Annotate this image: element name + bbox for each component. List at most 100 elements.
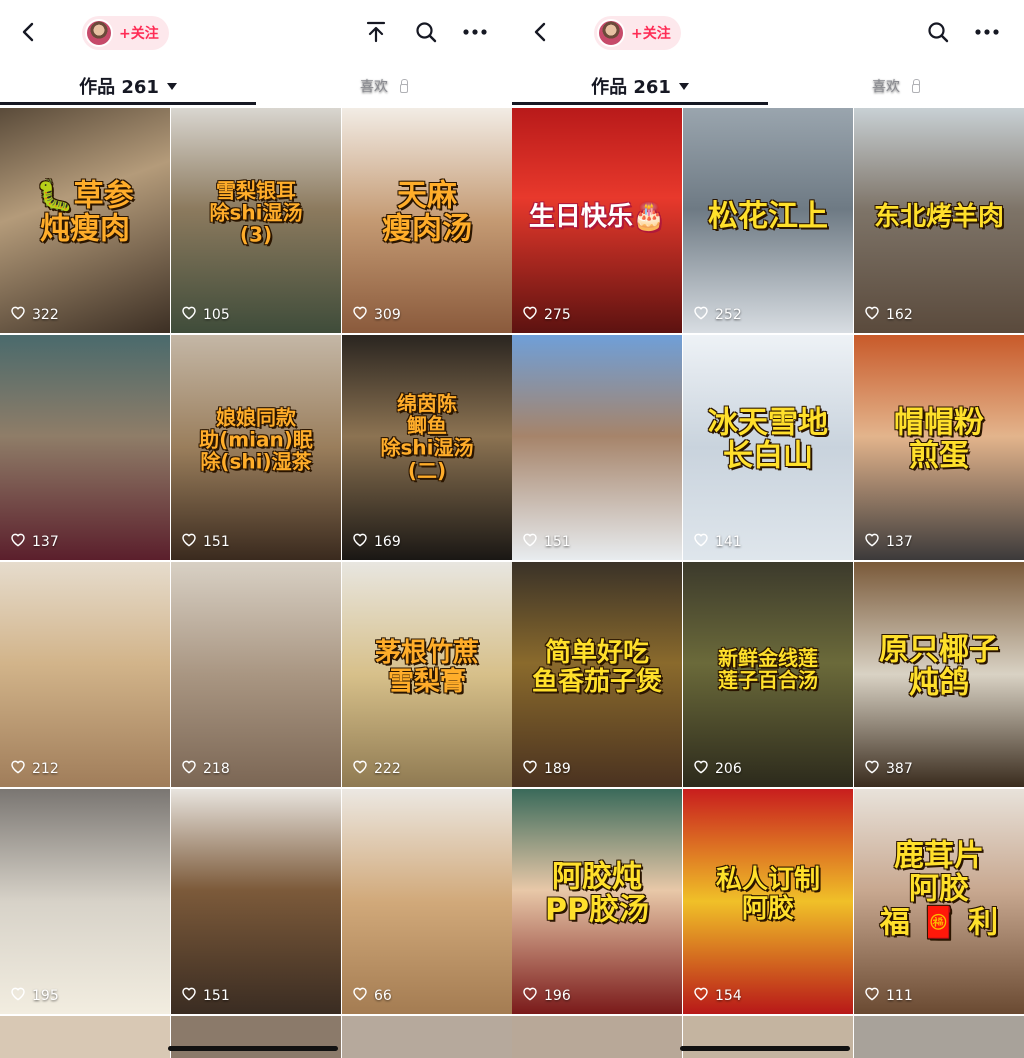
home-indicator bbox=[680, 1046, 850, 1051]
video-thumbnail[interactable]: 原只椰子 炖鸽 387 bbox=[854, 562, 1024, 787]
like-count: 151 bbox=[181, 532, 230, 552]
tab-likes[interactable]: 喜欢 bbox=[256, 66, 512, 106]
like-count-value: 151 bbox=[544, 534, 571, 550]
lock-icon bbox=[912, 78, 920, 93]
video-caption: 新鲜金线莲 莲子百合汤 bbox=[717, 645, 818, 693]
like-count-value: 151 bbox=[203, 534, 230, 550]
video-thumbnail[interactable] bbox=[342, 1016, 512, 1058]
video-thumbnail[interactable] bbox=[854, 1016, 1024, 1058]
back-icon[interactable] bbox=[10, 14, 46, 50]
like-count: 189 bbox=[522, 759, 571, 779]
video-thumbnail[interactable]: 阿胶炖 PP胶汤 196 bbox=[512, 789, 682, 1014]
video-thumbnail[interactable]: 私人订制 阿胶 154 bbox=[683, 789, 853, 1014]
like-count: 66 bbox=[352, 986, 392, 1006]
video-thumbnail[interactable]: 茅根竹蔗 雪梨膏 222 bbox=[342, 562, 512, 787]
video-caption: 雪梨银耳 除shi湿汤 (3) bbox=[209, 177, 303, 247]
caret-down-icon bbox=[678, 82, 689, 90]
video-caption: 阿胶炖 PP胶汤 bbox=[544, 858, 649, 928]
like-count: 111 bbox=[864, 986, 913, 1006]
video-thumbnail[interactable]: 137 bbox=[0, 335, 170, 560]
video-thumbnail[interactable]: 雪梨银耳 除shi湿汤 (3) 105 bbox=[171, 108, 341, 333]
like-count-value: 141 bbox=[715, 534, 742, 550]
search-icon[interactable] bbox=[408, 14, 444, 50]
video-caption: 娘娘同款 助(mian)眠 除(shi)湿茶 bbox=[199, 404, 314, 474]
video-caption: 简单好吃 鱼香茄子煲 bbox=[531, 637, 662, 697]
tab-works[interactable]: 作品 261 bbox=[512, 66, 768, 106]
video-thumbnail[interactable]: 生日快乐🎂 275 bbox=[512, 108, 682, 333]
tab-likes-label: 喜欢 bbox=[360, 79, 388, 95]
video-grid: 生日快乐🎂 275 松花江上 252 东北烤羊肉 162 151 冰天雪地 长白山 141 帽帽粉… bbox=[512, 108, 1024, 1014]
like-count-value: 169 bbox=[374, 534, 401, 550]
more-options-icon[interactable] bbox=[969, 14, 1005, 50]
heart-icon bbox=[864, 305, 880, 325]
heart-icon bbox=[864, 532, 880, 552]
like-count: 212 bbox=[10, 759, 59, 779]
like-count: 218 bbox=[181, 759, 230, 779]
follow-pill[interactable]: +关注 bbox=[82, 16, 169, 50]
lock-icon bbox=[400, 78, 408, 93]
video-thumbnail[interactable]: 鹿茸片 阿胶 福 🧧 利 111 bbox=[854, 789, 1024, 1014]
video-thumbnail[interactable]: 东北烤羊肉 162 bbox=[854, 108, 1024, 333]
follow-button[interactable]: +关注 bbox=[119, 23, 159, 43]
tab-works[interactable]: 作品 261 bbox=[0, 66, 256, 106]
video-thumbnail[interactable]: 218 bbox=[171, 562, 341, 787]
like-count: 137 bbox=[10, 532, 59, 552]
more-options-icon[interactable] bbox=[457, 14, 493, 50]
follow-pill[interactable]: +关注 bbox=[594, 16, 681, 50]
video-thumbnail[interactable]: 66 bbox=[342, 789, 512, 1014]
video-thumbnail[interactable]: 娘娘同款 助(mian)眠 除(shi)湿茶 151 bbox=[171, 335, 341, 560]
video-caption: 帽帽粉 煎蛋 bbox=[893, 404, 984, 474]
video-thumbnail[interactable] bbox=[0, 1016, 170, 1058]
video-thumbnail[interactable]: 151 bbox=[171, 789, 341, 1014]
video-caption: 茅根竹蔗 雪梨膏 bbox=[374, 637, 479, 697]
video-thumbnail[interactable]: 🐛草参 炖瘦肉 322 bbox=[0, 108, 170, 333]
like-count-value: 387 bbox=[886, 761, 913, 777]
video-caption: 冰天雪地 长白山 bbox=[707, 404, 828, 474]
heart-icon bbox=[522, 532, 538, 552]
video-caption: 生日快乐🎂 bbox=[528, 201, 666, 232]
like-count-value: 275 bbox=[544, 307, 571, 323]
tab-works-label: 作品 261 bbox=[591, 77, 671, 98]
back-icon[interactable] bbox=[522, 14, 558, 50]
video-thumbnail[interactable]: 松花江上 252 bbox=[683, 108, 853, 333]
video-thumbnail[interactable]: 简单好吃 鱼香茄子煲 189 bbox=[512, 562, 682, 787]
like-count-value: 206 bbox=[715, 761, 742, 777]
heart-icon bbox=[10, 759, 26, 779]
like-count: 322 bbox=[10, 305, 59, 325]
video-thumbnail[interactable]: 冰天雪地 长白山 141 bbox=[683, 335, 853, 560]
video-thumbnail[interactable] bbox=[171, 1016, 341, 1058]
avatar[interactable] bbox=[597, 19, 625, 47]
search-icon[interactable] bbox=[920, 14, 956, 50]
like-count-value: 309 bbox=[374, 307, 401, 323]
tab-likes-label: 喜欢 bbox=[872, 79, 900, 95]
heart-icon bbox=[864, 759, 880, 779]
video-thumbnail[interactable]: 195 bbox=[0, 789, 170, 1014]
like-count: 195 bbox=[10, 986, 59, 1006]
like-count-value: 151 bbox=[203, 988, 230, 1004]
like-count: 252 bbox=[693, 305, 742, 325]
like-count: 169 bbox=[352, 532, 401, 552]
partial-video-row bbox=[0, 1016, 512, 1058]
like-count: 151 bbox=[181, 986, 230, 1006]
active-tab-indicator bbox=[0, 102, 256, 105]
avatar[interactable] bbox=[85, 19, 113, 47]
tab-likes[interactable]: 喜欢 bbox=[768, 66, 1024, 106]
like-count: 105 bbox=[181, 305, 230, 325]
video-thumbnail[interactable]: 绵茵陈 鲫鱼 除shi湿汤 (二) 169 bbox=[342, 335, 512, 560]
like-count: 141 bbox=[693, 532, 742, 552]
video-thumbnail[interactable]: 新鲜金线莲 莲子百合汤 206 bbox=[683, 562, 853, 787]
video-thumbnail[interactable]: 天麻 瘦肉汤 309 bbox=[342, 108, 512, 333]
video-thumbnail[interactable]: 帽帽粉 煎蛋 137 bbox=[854, 335, 1024, 560]
heart-icon bbox=[864, 986, 880, 1006]
heart-icon bbox=[181, 532, 197, 552]
like-count: 196 bbox=[522, 986, 571, 1006]
video-thumbnail[interactable]: 151 bbox=[512, 335, 682, 560]
video-thumbnail[interactable] bbox=[683, 1016, 853, 1058]
heart-icon bbox=[693, 305, 709, 325]
follow-button[interactable]: +关注 bbox=[631, 23, 671, 43]
video-grid: 🐛草参 炖瘦肉 322 雪梨银耳 除shi湿汤 (3) 105 天麻 瘦肉汤 309 137… bbox=[0, 108, 512, 1014]
video-thumbnail[interactable]: 212 bbox=[0, 562, 170, 787]
video-thumbnail[interactable] bbox=[512, 1016, 682, 1058]
pin-to-top-icon[interactable] bbox=[358, 14, 394, 50]
video-caption: 绵茵陈 鲫鱼 除shi湿汤 (二) bbox=[380, 390, 474, 483]
